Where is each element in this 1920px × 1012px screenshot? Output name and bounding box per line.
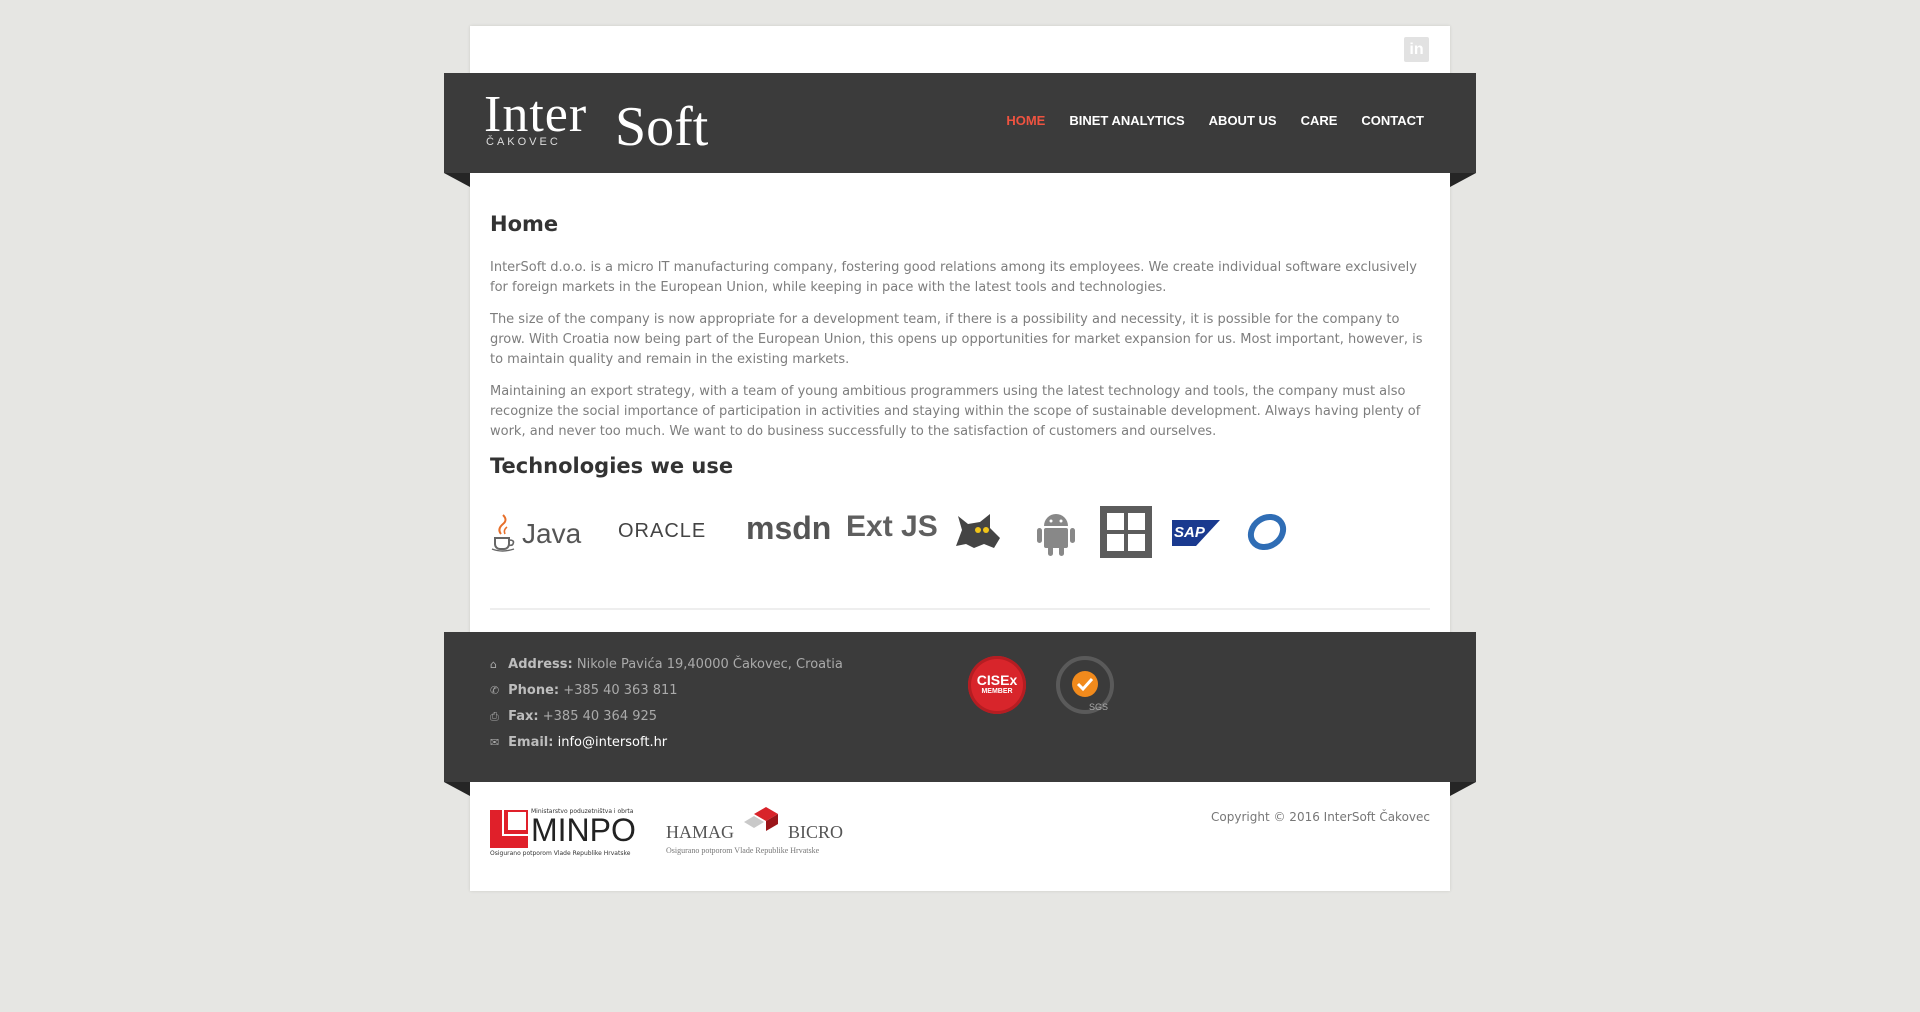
nav-binet-analytics[interactable]: BINET ANALYTICS [1069,113,1184,128]
envelope-icon: ✉ [490,736,500,749]
page-title: Home [490,212,559,236]
sap-text: SAP [1174,524,1205,541]
hamag-subtitle: Osigurano potporom Vlade Republike Hrvat… [666,846,820,855]
band-fold-right [1450,173,1476,187]
printer-icon: ⎙ [490,710,499,723]
main-content: Home InterSoft d.o.o. is a micro IT manu… [490,212,1430,478]
email-link[interactable]: info@intersoft.hr [558,735,668,750]
band-fold-left [444,173,470,187]
extjs-logo: Ext JS [846,510,938,543]
intro-paragraph-3: Maintaining an export strategy, with a t… [490,384,1421,439]
linkedin-icon[interactable]: in [1404,37,1429,62]
content-divider [490,608,1430,610]
logo-soft: Soft [615,96,709,158]
hamag-bicro-logo[interactable]: HAMAG BICRO Osigurano potporom Vlade Rep… [666,806,856,862]
header-band: Inter Soft ČAKOVEC HOME BINET ANALYTICS … [444,73,1476,187]
main-nav: HOME BINET ANALYTICS ABOUT US CARE CONTA… [1006,113,1424,128]
nav-home[interactable]: HOME [1006,113,1045,128]
cisex-subtitle: MEMBER [981,688,1013,695]
bicro-text: BICRO [788,822,844,842]
iso-sgs-label: SGS [1088,702,1108,712]
nav-care[interactable]: CARE [1301,113,1338,128]
phone-value: +385 40 363 811 [563,683,678,698]
java-text: Java [522,518,582,549]
page-container: in Inter Soft ČAKOVEC HOME BINET ANALYTI… [444,26,1476,891]
cisex-title: CISEx [976,672,1018,688]
tomcat-icon [950,508,1006,556]
cisex-member-badge[interactable]: CISEx MEMBER [968,656,1026,714]
minpo-logo[interactable]: Ministarstvo poduzetništva i obrta MINPO… [490,808,658,862]
copyright-text: Copyright © 2016 InterSoft Čakovec [1211,810,1430,824]
fax-row: ⎙ Fax: +385 40 364 925 [490,704,843,730]
email-label: Email: [508,735,554,750]
email-row: ✉ Email: info@intersoft.hr [490,730,843,756]
contact-info: ⌂ Address: Nikole Pavića 19,40000 Čakove… [490,652,843,756]
hamag-cubes-icon [744,807,778,831]
msdn-logo: msdn [746,510,832,546]
address-row: ⌂ Address: Nikole Pavića 19,40000 Čakove… [490,652,843,678]
nav-contact[interactable]: CONTACT [1361,113,1424,128]
hamag-text: HAMAG [666,822,735,842]
footer-fold-right [1450,782,1476,796]
minpo-subtitle: Osigurano potporom Vlade Republike Hrvat… [490,850,631,857]
minpo-name: MINPO [531,812,636,848]
java-cup-icon [491,514,515,552]
technologies-heading: Technologies we use [490,454,734,478]
home-icon: ⌂ [490,658,497,671]
bottom-bar: Ministarstvo poduzetništva i obrta MINPO… [470,782,1450,891]
iso-certification-badge[interactable]: SGS [1056,656,1114,714]
logo-city: ČAKOVEC [486,136,561,148]
technology-logos: Java ORACLE msdn Ext JS SAP [490,506,1330,586]
address-label: Address: [508,657,573,672]
intro-paragraph-1: InterSoft d.o.o. is a micro IT manufactu… [490,260,1417,295]
intro-paragraph-2: The size of the company is now appropria… [490,312,1423,367]
top-bar: in [470,26,1450,73]
fax-value: +385 40 364 925 [542,709,658,724]
minpo-mark-icon [490,810,528,848]
footer-band: ⌂ Address: Nikole Pavića 19,40000 Čakove… [444,632,1476,796]
windows-icon [1100,506,1152,562]
intersoft-logo[interactable]: Inter Soft ČAKOVEC [484,86,724,158]
footer-fold-left [444,782,470,796]
phone-row: ✆ Phone: +385 40 363 811 [490,678,843,704]
phone-label: Phone: [508,683,560,698]
android-icon [1036,508,1076,562]
sap-logo: SAP [1172,520,1220,550]
nav-about-us[interactable]: ABOUT US [1209,113,1277,128]
java-logo: Java [490,512,582,552]
oracle-logo: ORACLE [618,520,707,542]
fax-label: Fax: [508,709,539,724]
ring-logo-icon [1244,510,1290,558]
address-value: Nikole Pavića 19,40000 Čakovec, Croatia [576,657,843,672]
phone-icon: ✆ [490,684,500,697]
